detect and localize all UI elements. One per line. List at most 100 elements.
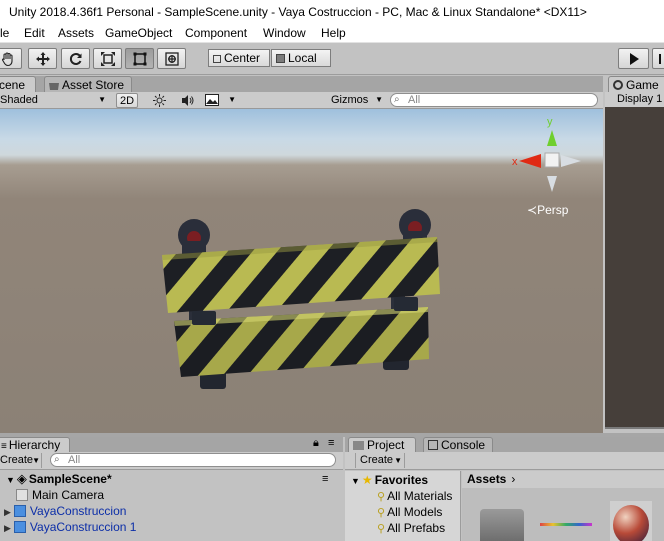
window-titlebar: Unity 2018.4.36f1 Personal - SampleScene… xyxy=(0,0,664,24)
lock-icon[interactable]: 🔒︎ xyxy=(313,437,319,450)
prefab-cube-icon xyxy=(13,521,26,533)
search-favorite-icon: ⚲ xyxy=(377,491,386,503)
draw-mode-dropdown[interactable]: Shaded ▼ xyxy=(0,93,108,108)
lighting-toggle-icon[interactable] xyxy=(148,93,170,108)
asset-material-thumbnail[interactable] xyxy=(540,523,592,526)
search-icon: ⌕ xyxy=(54,454,60,465)
audio-toggle-icon[interactable] xyxy=(177,93,199,108)
chevron-right-icon: › xyxy=(511,472,516,486)
dropdown-arrow-icon: ▼ xyxy=(98,95,106,104)
pivot-mode-toggle[interactable]: Center xyxy=(208,49,270,67)
rect-tool-button[interactable] xyxy=(125,48,154,69)
pause-icon xyxy=(659,53,661,64)
favorites-column: ▼ ★ Favorites ⚲ All Materials ⚲ All Models ⚲… xyxy=(345,471,461,541)
window-title: Unity 2018.4.36f1 Personal - SampleScene… xyxy=(9,5,587,19)
assets-grid: Assets › xyxy=(462,471,664,541)
hierarchy-item-main-camera[interactable]: Main Camera xyxy=(16,487,104,503)
expanded-arrow-icon: ▼ xyxy=(351,476,360,486)
tab-game[interactable]: Game xyxy=(608,76,664,92)
play-icon xyxy=(629,52,639,65)
image-icon xyxy=(205,94,219,106)
display-dropdown[interactable]: Display 1 xyxy=(605,92,664,107)
collapsed-arrow-icon[interactable]: ▶ xyxy=(4,523,11,533)
menu-edit[interactable]: Edit xyxy=(24,25,45,42)
project-toolbar: Create ▼ xyxy=(345,452,664,470)
project-create-dropdown[interactable]: Create ▼ xyxy=(355,453,405,468)
panel-menu-icon[interactable]: ≡ xyxy=(328,437,334,449)
persp-arrow-icon: ≺ xyxy=(527,203,538,217)
tab-asset-store[interactable]: Asset Store xyxy=(44,76,132,92)
dropdown-arrow-icon: ▼ xyxy=(394,456,402,465)
rotate-icon xyxy=(69,52,81,65)
search-favorite-icon: ⚲ xyxy=(377,507,386,519)
console-icon xyxy=(428,440,438,450)
pivot-center-icon xyxy=(213,55,221,63)
hand-tool-button[interactable] xyxy=(0,48,22,69)
dropdown-arrow-icon: ▼ xyxy=(228,95,236,104)
prefab-cube-icon xyxy=(13,505,26,517)
search-favorite-icon: ⚲ xyxy=(377,523,386,535)
pivot-rotation-toggle[interactable]: Local xyxy=(271,49,331,67)
project-panel: Project Console Create ▼ ▼ ★ Favorites ⚲ All… xyxy=(345,437,664,541)
rotate-tool-button[interactable] xyxy=(61,48,90,69)
tab-scene[interactable]: cene xyxy=(0,76,36,92)
assets-breadcrumb[interactable]: Assets › xyxy=(462,471,664,488)
favorite-all-models[interactable]: ⚲ All Models xyxy=(377,504,442,520)
hierarchy-tab-strip: ≡ Hierarchy 🔒︎ ≡ xyxy=(0,437,343,452)
scale-icon xyxy=(100,51,115,66)
scene-search-input[interactable]: ⌕ All xyxy=(390,93,598,107)
tab-console[interactable]: Console xyxy=(423,437,493,452)
barricade-model[interactable] xyxy=(162,209,440,389)
pause-button[interactable] xyxy=(652,48,664,69)
rect-tool-icon xyxy=(133,52,146,65)
menu-component[interactable]: Component xyxy=(185,25,247,42)
scene-toolbar: Shaded ▼ 2D ▼ Gizmos ▼ ⌕ All xyxy=(0,92,603,109)
move-tool-button[interactable] xyxy=(28,48,57,69)
collapsed-arrow-icon[interactable]: ▶ xyxy=(4,507,11,517)
unity-scene-icon: ◈ xyxy=(16,471,27,486)
menu-file[interactable]: le xyxy=(0,25,9,42)
search-icon: ⌕ xyxy=(394,94,400,105)
game-view-render xyxy=(605,107,664,429)
effects-toggle-dropdown[interactable]: ▼ xyxy=(205,93,237,108)
transform-tool-button[interactable] xyxy=(157,48,186,69)
game-controller-icon xyxy=(613,80,623,90)
hierarchy-create-dropdown[interactable]: Create ▼ xyxy=(0,453,42,468)
hierarchy-item-vaya-construccion-1[interactable]: ▶ VayaConstruccion 1 xyxy=(4,519,136,535)
star-icon: ★ xyxy=(361,473,373,487)
menu-help[interactable]: Help xyxy=(321,25,346,42)
game-panel: Game Display 1 xyxy=(605,76,664,433)
tab-project[interactable]: Project xyxy=(348,437,416,452)
gizmos-dropdown[interactable]: Gizmos ▼ xyxy=(331,93,383,108)
favorites-header[interactable]: ▼ ★ Favorites xyxy=(351,472,428,488)
scene-viewport[interactable]: y x ≺Persp xyxy=(0,109,603,433)
project-tab-strip: Project Console xyxy=(345,437,664,452)
hierarchy-scene-row[interactable]: ▼ ◈ SampleScene* ≡ xyxy=(6,471,336,487)
tab-hierarchy[interactable]: ≡ Hierarchy xyxy=(0,437,70,452)
menu-gameobject[interactable]: GameObject xyxy=(105,25,172,42)
scene-menu-icon[interactable]: ≡ xyxy=(322,471,328,487)
hierarchy-item-vaya-construccion[interactable]: ▶ VayaConstruccion xyxy=(4,503,126,519)
list-icon: ≡ xyxy=(1,441,7,452)
projection-label[interactable]: ≺Persp xyxy=(527,203,568,217)
asset-sphere-thumbnail[interactable] xyxy=(610,501,652,541)
gizmo-x-label: x xyxy=(512,156,518,168)
asset-store-bag-icon xyxy=(49,83,59,90)
menu-assets[interactable]: Assets xyxy=(58,25,94,42)
favorite-all-materials[interactable]: ⚲ All Materials xyxy=(377,488,452,504)
hierarchy-panel: ≡ Hierarchy 🔒︎ ≡ Create ▼ ⌕ All ▼ ◈ SampleSce… xyxy=(0,437,343,541)
favorite-all-prefabs[interactable]: ⚲ All Prefabs xyxy=(377,520,445,536)
play-button[interactable] xyxy=(618,48,649,69)
menu-window[interactable]: Window xyxy=(263,25,306,42)
hierarchy-search-input[interactable]: ⌕ All xyxy=(50,453,336,467)
toggle-2d-button[interactable]: 2D xyxy=(116,93,139,108)
move-arrows-icon xyxy=(35,51,50,66)
hand-icon xyxy=(1,51,13,66)
asset-folder-thumbnail[interactable] xyxy=(480,509,524,541)
scale-tool-button[interactable] xyxy=(93,48,122,69)
orientation-gizmo[interactable]: y x xyxy=(511,116,591,196)
transform-icon xyxy=(164,51,179,66)
expanded-arrow-icon: ▼ xyxy=(6,475,15,485)
sphere-preview xyxy=(613,505,649,541)
gameobject-cube-icon xyxy=(16,489,28,501)
